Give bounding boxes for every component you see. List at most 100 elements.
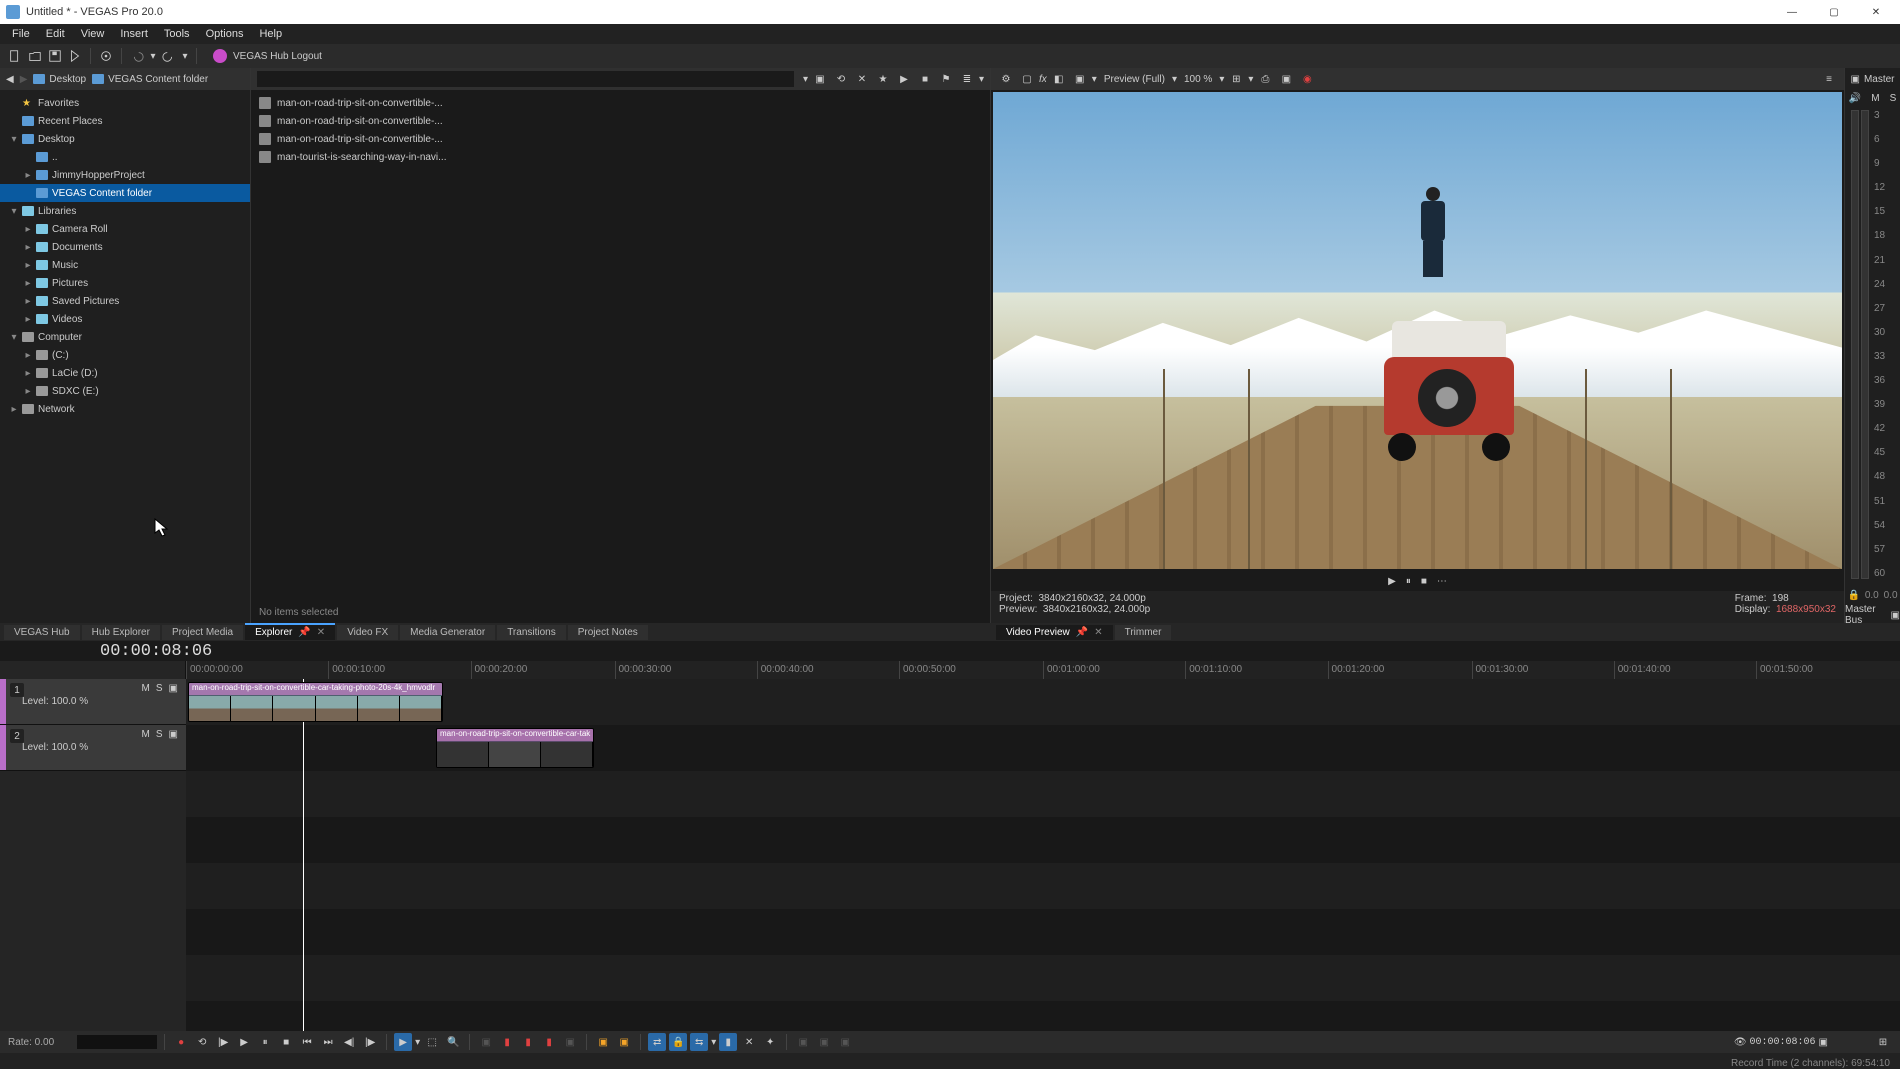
undo-dropdown-icon[interactable]: ▾ bbox=[148, 47, 158, 65]
tree-videos[interactable]: ▸Videos bbox=[0, 310, 250, 328]
maximize-button[interactable]: ▢ bbox=[1822, 7, 1846, 18]
tab-video-fx[interactable]: Video FX bbox=[337, 625, 398, 640]
tree-lacie[interactable]: ▸LaCie (D:) bbox=[0, 364, 250, 382]
back-icon[interactable]: ◀ bbox=[6, 74, 14, 85]
tree-music[interactable]: ▸Music bbox=[0, 256, 250, 274]
snapshot-icon[interactable]: ⎙ bbox=[1256, 70, 1274, 88]
preview-more-icon[interactable]: ⋯ bbox=[1437, 576, 1447, 587]
ripple-all-icon[interactable]: ⇆ bbox=[690, 1033, 708, 1051]
record-preview-icon[interactable]: ◉ bbox=[1298, 70, 1316, 88]
prev-frame-button[interactable]: ◀| bbox=[340, 1033, 358, 1051]
misc-b-icon[interactable]: ▣ bbox=[815, 1033, 833, 1051]
minimize-button[interactable]: — bbox=[1780, 7, 1804, 18]
record-button[interactable]: ● bbox=[172, 1033, 190, 1051]
track-header-2[interactable]: 2 Level: 100.0 % MS▣ bbox=[0, 725, 186, 771]
preview-device-icon[interactable]: ▣ bbox=[1071, 70, 1089, 88]
tab-project-media[interactable]: Project Media bbox=[162, 625, 243, 640]
track-more-icon[interactable]: ▣ bbox=[169, 683, 178, 694]
tab-project-notes[interactable]: Project Notes bbox=[568, 625, 648, 640]
menu-options[interactable]: Options bbox=[198, 28, 252, 40]
favorite-icon[interactable]: ★ bbox=[874, 70, 892, 88]
timeline-ruler[interactable]: 00:00:00:00 00:00:10:00 00:00:20:00 00:0… bbox=[186, 661, 1900, 679]
play-file-icon[interactable]: ▶ bbox=[895, 70, 913, 88]
tool-c-icon[interactable]: ▮ bbox=[519, 1033, 537, 1051]
tree-recent[interactable]: Recent Places bbox=[0, 112, 250, 130]
fwd-icon[interactable]: ▶ bbox=[20, 74, 28, 85]
menu-edit[interactable]: Edit bbox=[38, 28, 73, 40]
fit-tracks-icon[interactable]: ⊞ bbox=[1874, 1033, 1892, 1051]
menu-view[interactable]: View bbox=[73, 28, 113, 40]
snap2-icon[interactable]: ▣ bbox=[615, 1033, 633, 1051]
rate-slider[interactable] bbox=[77, 1035, 157, 1049]
eye-icon[interactable]: 👁 bbox=[1734, 1037, 1747, 1048]
redo-dropdown-icon[interactable]: ▾ bbox=[180, 47, 190, 65]
tool-d-icon[interactable]: ▮ bbox=[540, 1033, 558, 1051]
go-end-button[interactable]: ⏭ bbox=[319, 1033, 337, 1051]
tree-jimmy[interactable]: ▸JimmyHopperProject bbox=[0, 166, 250, 184]
split-screen-icon[interactable]: ◧ bbox=[1050, 70, 1068, 88]
properties-icon[interactable] bbox=[97, 47, 115, 65]
tab-pin-icon[interactable]: 📌 bbox=[1076, 627, 1088, 638]
bus-menu-icon[interactable]: ▣ bbox=[1891, 610, 1900, 621]
preview-zoom-select[interactable]: 100 % bbox=[1180, 74, 1216, 85]
file-row[interactable]: man-tourist-is-searching-way-in-navi... bbox=[259, 148, 982, 166]
tree-computer[interactable]: ▾Computer bbox=[0, 328, 250, 346]
redo-icon[interactable] bbox=[160, 47, 178, 65]
views-dropdown-icon[interactable]: ▾ bbox=[979, 74, 984, 85]
master-speaker-icon[interactable]: 🔊 bbox=[1849, 93, 1861, 104]
preview-viewport[interactable] bbox=[993, 92, 1842, 569]
play-button[interactable]: ▶ bbox=[235, 1033, 253, 1051]
preview-stop-icon[interactable]: ■ bbox=[1421, 576, 1427, 587]
misc-c-icon[interactable]: ▣ bbox=[836, 1033, 854, 1051]
tab-explorer[interactable]: Explorer📌✕ bbox=[245, 625, 335, 640]
tab-hub-explorer[interactable]: Hub Explorer bbox=[82, 625, 160, 640]
delete-icon[interactable]: ✕ bbox=[853, 70, 871, 88]
zoom-chevron-icon[interactable]: ▾ bbox=[1219, 74, 1224, 85]
misc-a-icon[interactable]: ▣ bbox=[794, 1033, 812, 1051]
views-icon[interactable]: ≣ bbox=[958, 70, 976, 88]
playhead[interactable] bbox=[303, 679, 304, 1031]
menu-insert[interactable]: Insert bbox=[112, 28, 156, 40]
file-list[interactable]: man-on-road-trip-sit-on-convertible-... … bbox=[251, 90, 990, 607]
tree-saved[interactable]: ▸Saved Pictures bbox=[0, 292, 250, 310]
next-frame-button[interactable]: |▶ bbox=[361, 1033, 379, 1051]
tree-desktop[interactable]: ▾Desktop bbox=[0, 130, 250, 148]
menu-help[interactable]: Help bbox=[251, 28, 290, 40]
master-mute-button[interactable]: M bbox=[1871, 93, 1879, 104]
external-monitor-icon[interactable]: ▢ bbox=[1018, 70, 1036, 88]
crossfade-icon[interactable]: ✕ bbox=[740, 1033, 758, 1051]
selection-tool[interactable]: ⬚ bbox=[423, 1033, 441, 1051]
tab-media-generator[interactable]: Media Generator bbox=[400, 625, 495, 640]
stop-file-icon[interactable]: ■ bbox=[916, 70, 934, 88]
pause-button[interactable]: ⏸ bbox=[256, 1033, 274, 1051]
preview-menu-icon[interactable]: ≡ bbox=[1820, 70, 1838, 88]
tab-trimmer[interactable]: Trimmer bbox=[1115, 625, 1172, 640]
tree-favorites[interactable]: ★Favorites bbox=[0, 94, 250, 112]
meter-lock-icon[interactable]: 🔒 bbox=[1847, 590, 1859, 601]
preview-pause-icon[interactable]: ⏸ bbox=[1406, 576, 1411, 587]
copy-snapshot-icon[interactable]: ▣ bbox=[1277, 70, 1295, 88]
track-mute-button[interactable]: M bbox=[142, 729, 150, 740]
dock-icon[interactable]: ▣ bbox=[1850, 74, 1859, 85]
tree-sdxc[interactable]: ▸SDXC (E:) bbox=[0, 382, 250, 400]
tab-transitions[interactable]: Transitions bbox=[497, 625, 566, 640]
track-solo-button[interactable]: S bbox=[156, 729, 163, 740]
tool-a-icon[interactable]: ▣ bbox=[477, 1033, 495, 1051]
track-solo-button[interactable]: S bbox=[156, 683, 163, 694]
timeline-clip[interactable]: man-on-road-trip-sit-on-convertible-car-… bbox=[188, 682, 443, 722]
new-project-icon[interactable] bbox=[6, 47, 24, 65]
tool-b-icon[interactable]: ▮ bbox=[498, 1033, 516, 1051]
path-dropdown-icon[interactable]: ▾ bbox=[803, 74, 808, 85]
preview-quality-select[interactable]: Preview (Full) bbox=[1100, 74, 1169, 85]
go-start-button[interactable]: ⏮ bbox=[298, 1033, 316, 1051]
master-meters[interactable]: 36912 15182124 27303336 39424548 5154576… bbox=[1845, 106, 1900, 583]
overlays-chevron-icon[interactable]: ▾ bbox=[1248, 74, 1253, 85]
crumb-vegasfolder[interactable]: VEGAS Content folder bbox=[92, 74, 208, 85]
tree-vegas-content[interactable]: VEGAS Content folder bbox=[0, 184, 250, 202]
stop-button[interactable]: ■ bbox=[277, 1033, 295, 1051]
zoom-tool[interactable]: 🔍 bbox=[444, 1033, 462, 1051]
menu-tools[interactable]: Tools bbox=[156, 28, 198, 40]
track-level-label[interactable]: Level: 100.0 % bbox=[22, 696, 88, 707]
ripple-dropdown-icon[interactable]: ▾ bbox=[711, 1037, 716, 1048]
timecode-menu-icon[interactable]: ▣ bbox=[1819, 1037, 1828, 1048]
